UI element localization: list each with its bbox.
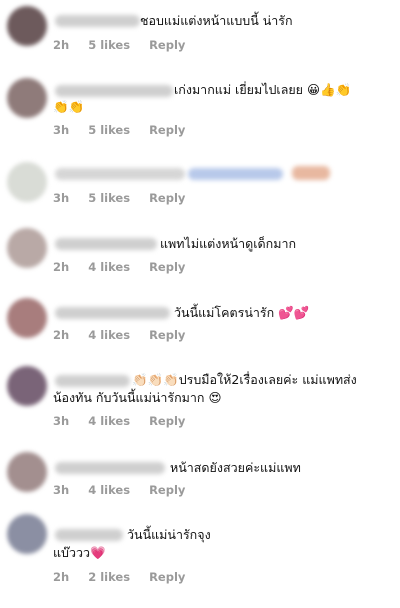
comment-time: 2h <box>53 570 70 584</box>
likes-count[interactable]: 5 likes <box>88 191 130 205</box>
avatar[interactable] <box>7 298 47 338</box>
reply-button[interactable]: Reply <box>149 483 185 497</box>
username[interactable] <box>55 375 130 387</box>
comment-text: ชอบแม่แต่งหน้าแบบนี้ น่ารัก <box>140 13 293 28</box>
username[interactable] <box>55 168 185 180</box>
username[interactable] <box>55 307 170 319</box>
likes-count[interactable]: 2 likes <box>88 570 130 584</box>
comment-text: วันนี้แม่โคตรน่ารัก 💕💕 <box>174 305 310 320</box>
likes-count[interactable]: 5 likes <box>88 38 130 52</box>
comment-text: เก่งมากแม่ เยี่ยมไปเลยย 😀👍👏 <box>174 82 352 97</box>
blurred-comment-text <box>188 168 283 180</box>
comment-time: 2h <box>53 328 70 342</box>
username[interactable] <box>55 462 165 474</box>
avatar[interactable] <box>7 452 47 492</box>
comment-meta: 2h 2 likes Reply <box>53 570 204 584</box>
reply-button[interactable]: Reply <box>149 191 185 205</box>
comment-meta: 3h 4 likes Reply <box>53 414 204 428</box>
avatar[interactable] <box>7 514 47 554</box>
username[interactable] <box>55 15 140 27</box>
comment-text: หน้าสดยังสวยค่ะแม่แพท <box>170 460 301 475</box>
reply-button[interactable]: Reply <box>149 38 185 52</box>
comment-text: วันนี้แม่น่ารักจุง <box>127 527 211 542</box>
avatar[interactable] <box>7 6 47 46</box>
comment-text: 👏🏻👏🏻👏🏻ปรบมือให้2เรื่องเลยค่ะ แม่แพทส่ง <box>132 372 357 387</box>
comment-meta: 3h 4 likes Reply <box>53 483 204 497</box>
comment-text-continued: แบ๊ววว💗 <box>53 545 106 560</box>
comment-time: 3h <box>53 191 70 205</box>
comment-text-continued: น้องทัน กับวันนี้แม่น่ารักมาก 😍 <box>53 390 222 405</box>
username[interactable] <box>55 238 157 250</box>
likes-count[interactable]: 5 likes <box>88 123 130 137</box>
comment-time: 3h <box>53 483 70 497</box>
avatar[interactable] <box>7 228 47 268</box>
comment-meta: 3h 5 likes Reply <box>53 123 204 137</box>
comment-time: 3h <box>53 123 70 137</box>
likes-count[interactable]: 4 likes <box>88 483 130 497</box>
reply-button[interactable]: Reply <box>149 328 185 342</box>
comment-meta: 2h 4 likes Reply <box>53 260 204 274</box>
blurred-emoji <box>292 166 330 180</box>
likes-count[interactable]: 4 likes <box>88 260 130 274</box>
comment-text-continued: 👏👏 <box>53 99 85 114</box>
comment-time: 2h <box>53 38 70 52</box>
avatar[interactable] <box>7 78 47 118</box>
comment-meta: 3h 5 likes Reply <box>53 191 204 205</box>
comment-meta: 2h 4 likes Reply <box>53 328 204 342</box>
comment-text: แพทไม่แต่งหน้าดูเด็กมาก <box>160 236 297 251</box>
reply-button[interactable]: Reply <box>149 123 185 137</box>
avatar[interactable] <box>7 366 47 406</box>
username[interactable] <box>55 85 173 97</box>
reply-button[interactable]: Reply <box>149 414 185 428</box>
comment-time: 3h <box>53 414 70 428</box>
reply-button[interactable]: Reply <box>149 570 185 584</box>
likes-count[interactable]: 4 likes <box>88 328 130 342</box>
likes-count[interactable]: 4 likes <box>88 414 130 428</box>
avatar[interactable] <box>7 162 47 202</box>
username[interactable] <box>55 529 123 541</box>
reply-button[interactable]: Reply <box>149 260 185 274</box>
comment-time: 2h <box>53 260 70 274</box>
comment-meta: 2h 5 likes Reply <box>53 38 204 52</box>
